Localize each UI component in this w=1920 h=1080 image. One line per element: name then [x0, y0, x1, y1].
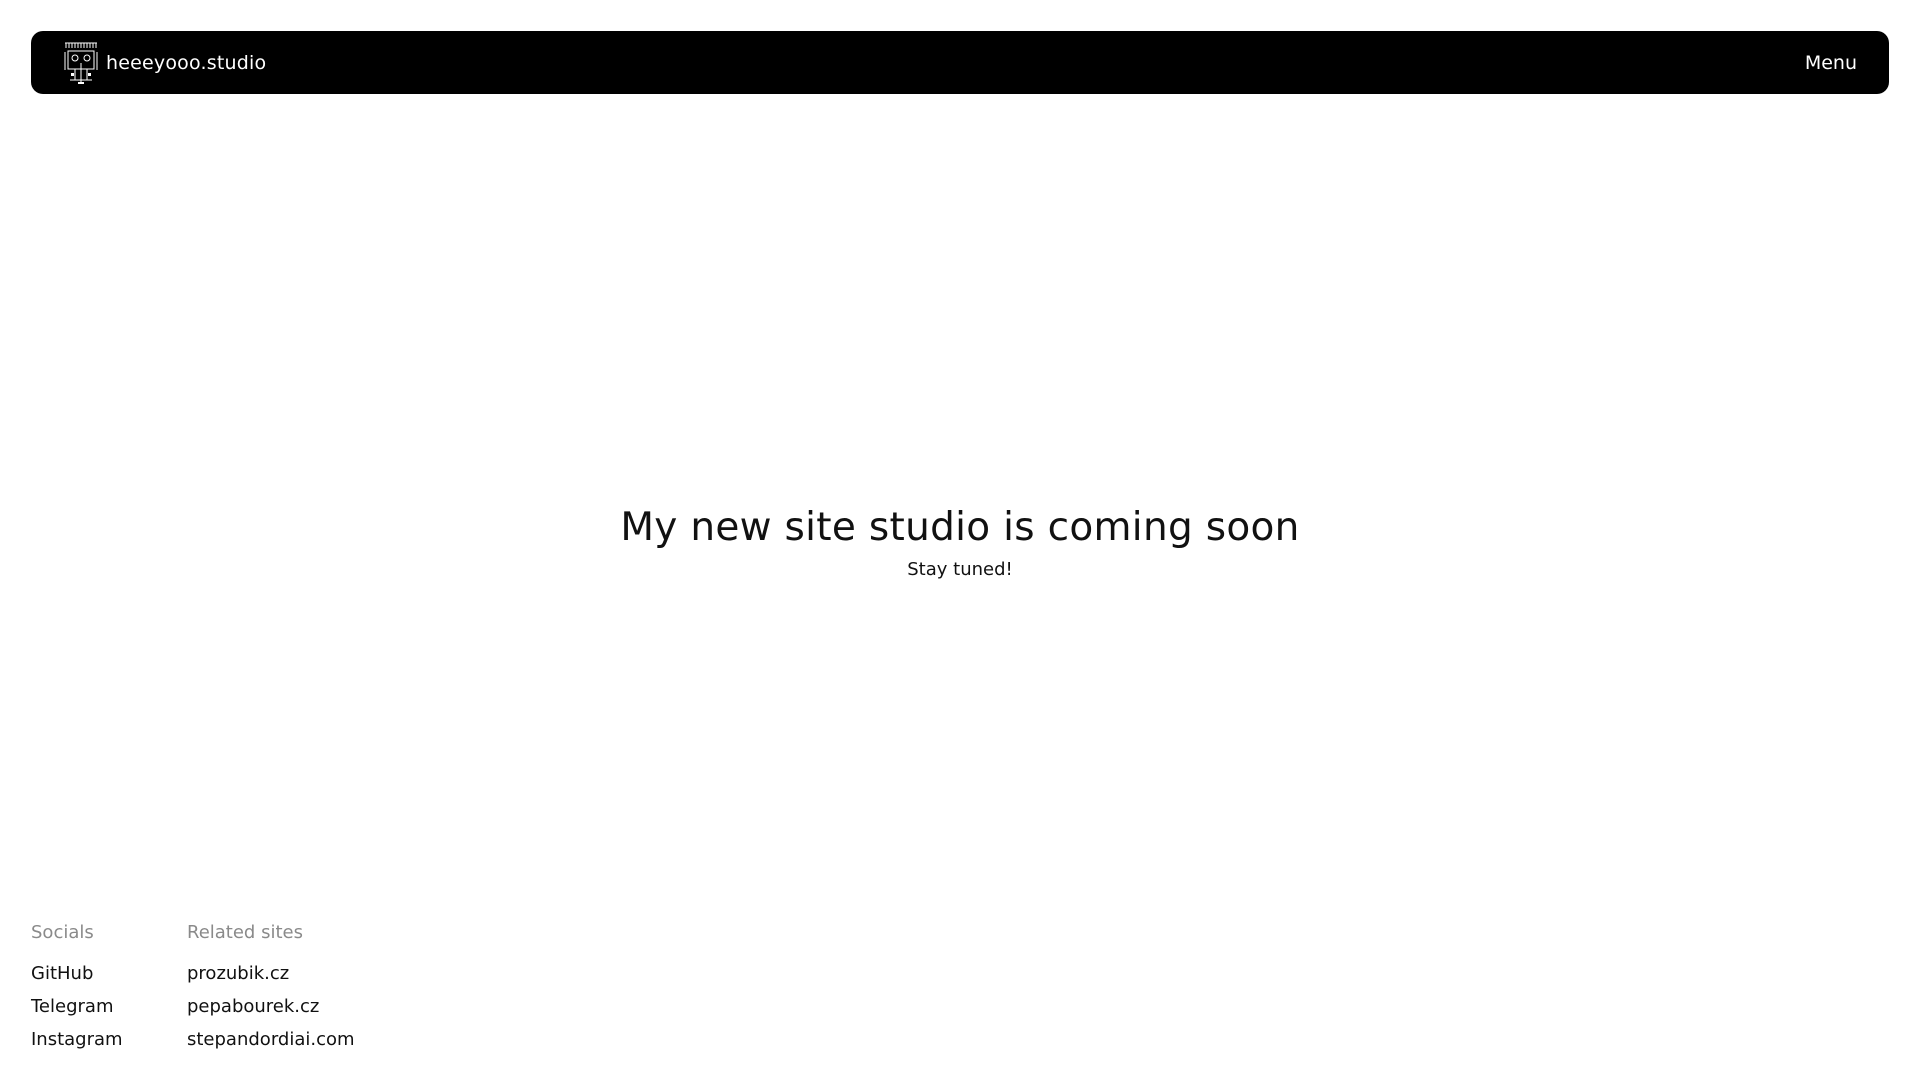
- social-link-telegram[interactable]: Telegram: [31, 990, 123, 1023]
- social-link-github[interactable]: GitHub: [31, 957, 123, 990]
- related-link-pepabourek[interactable]: pepabourek.cz: [187, 990, 355, 1023]
- footer-socials-heading: Socials: [31, 922, 94, 943]
- hero-section: My new site studio is coming soon Stay t…: [0, 503, 1920, 582]
- related-link-prozubik[interactable]: prozubik.cz: [187, 957, 355, 990]
- social-link-instagram[interactable]: Instagram: [31, 1023, 123, 1056]
- hero-heading: My new site studio is coming soon: [620, 505, 1300, 550]
- footer-related-heading: Related sites: [187, 922, 303, 943]
- top-navbar: heeeyooo.studio Menu: [31, 31, 1889, 94]
- footer: Socials GitHub Telegram Instagram Relate…: [31, 920, 355, 1056]
- related-link-stepandordiai[interactable]: stepandordiai.com: [187, 1023, 355, 1056]
- footer-socials-column: Socials GitHub Telegram Instagram: [31, 920, 123, 1056]
- footer-related-column: Related sites prozubik.cz pepabourek.cz …: [187, 920, 355, 1056]
- hero-subheading: Stay tuned!: [907, 559, 1013, 580]
- brand-home-link[interactable]: heeeyooo.studio: [62, 39, 267, 86]
- menu-button[interactable]: Menu: [1805, 52, 1857, 74]
- studio-logo-icon: [62, 39, 100, 86]
- brand-name: heeeyooo.studio: [106, 51, 267, 74]
